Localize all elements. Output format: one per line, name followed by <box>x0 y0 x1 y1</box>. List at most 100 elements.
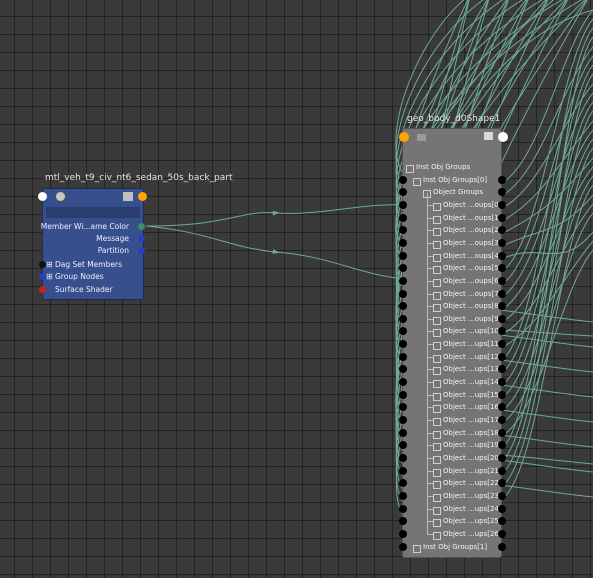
connection-wire[interactable] <box>499 212 593 425</box>
expand-icon[interactable] <box>433 367 441 376</box>
output-attr-port[interactable] <box>498 491 506 500</box>
expand-icon[interactable] <box>433 519 441 528</box>
input-attr-port[interactable] <box>399 453 407 462</box>
output-attr-port[interactable] <box>498 428 506 437</box>
expand-icon[interactable] <box>433 443 441 452</box>
input-attr-port[interactable] <box>399 327 407 336</box>
connection-wire[interactable] <box>499 231 593 261</box>
mesh-attr-row[interactable]: Object ...oups[5] <box>399 256 506 275</box>
expand-icon[interactable] <box>433 430 441 439</box>
output-attr-port[interactable] <box>498 314 506 323</box>
expand-icon[interactable] <box>433 455 441 464</box>
expand-icon[interactable] <box>433 418 441 426</box>
attribute-port[interactable] <box>39 273 46 280</box>
output-attr-port[interactable] <box>498 289 506 298</box>
mesh-attr-row[interactable]: Inst Obj Groups <box>403 161 501 174</box>
input-port-icon[interactable] <box>399 132 409 142</box>
expand-icon[interactable] <box>433 202 441 211</box>
mesh-attr-row[interactable]: Object ...ups[22] <box>399 471 506 490</box>
mesh-attr-row[interactable]: Object ...ups[12] <box>399 344 506 364</box>
expand-icon[interactable] <box>433 380 441 389</box>
connection-wire[interactable] <box>145 204 406 227</box>
connection-wire[interactable] <box>499 484 593 498</box>
expand-icon[interactable] <box>433 506 441 515</box>
input-attr-port[interactable] <box>399 276 407 285</box>
expand-icon[interactable] <box>433 228 441 237</box>
shader-attr-row[interactable]: Member Wi...ame Color <box>41 221 145 233</box>
expand-icon[interactable] <box>433 240 441 249</box>
input-attr-port[interactable] <box>399 428 407 437</box>
input-attr-port[interactable] <box>399 365 407 374</box>
input-attr-port[interactable] <box>399 378 407 387</box>
output-attr-port[interactable] <box>498 390 506 399</box>
input-attr-port[interactable] <box>399 340 407 349</box>
mesh-attr-row[interactable]: Object ...oups[2] <box>399 218 506 237</box>
input-attr-port[interactable] <box>399 390 407 399</box>
output-attr-port[interactable] <box>498 200 506 209</box>
output-attr-port[interactable] <box>498 416 506 424</box>
input-attr-port[interactable] <box>399 416 407 424</box>
output-attr-port[interactable] <box>498 378 506 387</box>
input-port-icon[interactable] <box>38 192 47 201</box>
shader-attr-row[interactable]: Message <box>43 233 145 245</box>
input-attr-port[interactable] <box>399 491 407 500</box>
output-attr-port[interactable] <box>498 542 506 551</box>
connection-wire[interactable] <box>499 384 593 398</box>
attribute-port[interactable] <box>39 261 46 268</box>
expand-icon[interactable] <box>413 544 421 553</box>
expand-icon[interactable] <box>433 392 441 401</box>
shader-attr-row[interactable]: Partition <box>43 245 145 257</box>
input-attr-port[interactable] <box>399 213 407 222</box>
connection-wire[interactable] <box>499 36 593 451</box>
mesh-attr-row[interactable]: Object ...oups[4] <box>399 243 506 263</box>
expand-icon[interactable] <box>433 278 441 287</box>
mesh-shape-node[interactable]: Inst Obj Groups Inst Obj Groups[0] Object … <box>399 128 508 558</box>
mesh-attr-row[interactable]: Object ...oups[9] <box>399 306 506 326</box>
output-attr-port[interactable] <box>498 238 506 247</box>
input-attr-port[interactable] <box>399 314 407 323</box>
output-attr-port[interactable] <box>498 175 506 184</box>
attribute-port[interactable] <box>138 247 145 254</box>
input-attr-port[interactable] <box>399 441 407 450</box>
mesh-attr-row[interactable]: Object ...ups[20] <box>399 445 506 465</box>
mesh-attr-row[interactable]: Object ...oups[8] <box>399 294 506 313</box>
mesh-attr-row[interactable]: Object ...oups[3] <box>399 230 506 250</box>
expand-icon[interactable] <box>433 531 441 540</box>
output-attr-port[interactable] <box>498 213 506 222</box>
connection-wire[interactable] <box>499 454 593 465</box>
input-attr-port[interactable] <box>399 226 407 235</box>
input-attr-port[interactable] <box>399 529 407 538</box>
expand-icon[interactable] <box>433 405 441 414</box>
shader-attr-row[interactable]: ⊞ Group Nodes <box>39 271 143 283</box>
expand-icon[interactable] <box>433 215 441 224</box>
expand-icon[interactable] <box>433 304 441 313</box>
input-attr-port[interactable] <box>399 517 407 526</box>
mesh-attr-row[interactable]: Object ...oups[0] <box>399 192 506 212</box>
mesh-attr-row[interactable]: Object ...ups[24] <box>399 496 506 516</box>
output-attr-port[interactable] <box>498 453 506 462</box>
shader-attr-row[interactable]: ⊞ Dag Set Members <box>39 259 143 271</box>
input-attr-port[interactable] <box>399 504 407 513</box>
mesh-attr-row[interactable]: Object ...ups[19] <box>399 433 506 452</box>
mesh-attr-row[interactable]: Object ...ups[11] <box>399 332 506 351</box>
mesh-attr-row[interactable]: Object ...ups[15] <box>399 382 506 402</box>
input-attr-port[interactable] <box>399 251 407 260</box>
expand-icon[interactable] <box>433 468 441 477</box>
output-attr-port[interactable] <box>498 466 506 475</box>
attribute-port[interactable] <box>39 286 46 293</box>
output-attr-port[interactable] <box>498 529 506 538</box>
connection-wire[interactable] <box>499 55 593 286</box>
attribute-port[interactable] <box>138 223 145 230</box>
input-attr-port[interactable] <box>399 466 407 475</box>
input-attr-port[interactable] <box>399 352 407 361</box>
expand-icon[interactable]: ⊞ <box>46 271 53 283</box>
mesh-attr-row[interactable]: Object ...ups[16] <box>399 395 506 414</box>
mesh-attr-row[interactable]: Object ...oups[1] <box>399 205 506 225</box>
input-attr-port[interactable] <box>399 200 407 209</box>
expand-icon[interactable] <box>433 354 441 363</box>
input-attr-port[interactable] <box>399 264 407 273</box>
output-attr-port[interactable] <box>498 352 506 361</box>
attribute-port[interactable] <box>138 235 145 242</box>
expand-icon[interactable] <box>433 291 441 300</box>
list-icon[interactable] <box>484 132 493 140</box>
